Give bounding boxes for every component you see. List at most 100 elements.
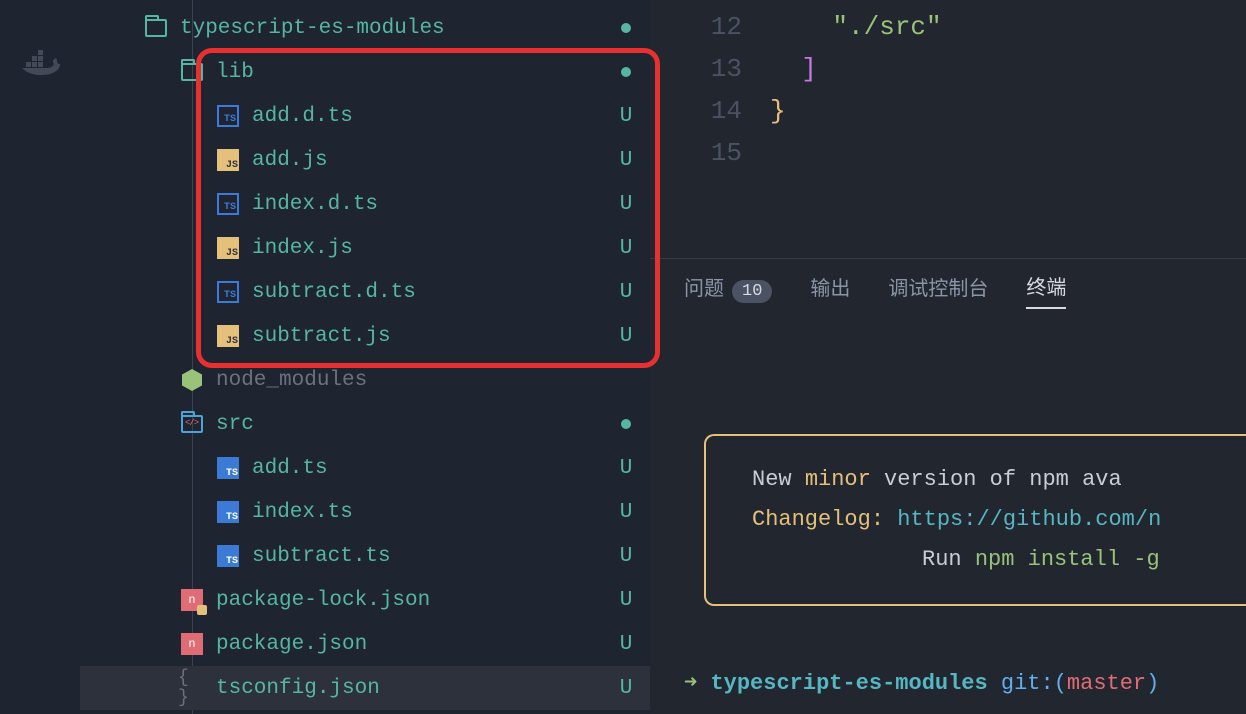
tree-item[interactable]: { } tsconfig.jsonU [80, 666, 650, 710]
tab-badge: 10 [732, 280, 772, 303]
tree-item-label: lib [216, 61, 612, 84]
json-icon: n [178, 633, 206, 655]
tab-label: 调试控制台 [888, 279, 988, 302]
js-icon: JS [214, 325, 242, 347]
tree-item[interactable]: TS subtract.tsU [80, 534, 650, 578]
line-number: 15 [650, 132, 742, 174]
folder-src-icon [178, 415, 206, 433]
git-status: U [612, 677, 640, 700]
git-status [612, 17, 640, 40]
t: https://github.com/n [897, 507, 1161, 532]
terminal-prompt[interactable]: ➜ typescript-es-modules git:(master) [684, 664, 1159, 704]
tree-item[interactable]: TS index.tsU [80, 490, 650, 534]
tree-item-label: package-lock.json [216, 589, 612, 612]
tree-item[interactable]: lib [80, 50, 650, 94]
line-number: 13 [650, 48, 742, 90]
tree-item-label: typescript-es-modules [180, 17, 612, 40]
node-icon [178, 369, 206, 391]
editor-group: 12131415 "./src" ]} 问题 10 输出 调试控制台 终端 New mi… [650, 0, 1246, 714]
tree-item[interactable]: TS index.d.tsU [80, 182, 650, 226]
tree-item-label: tsconfig.json [216, 677, 612, 700]
panel-tab-bar: 问题 10 输出 调试控制台 终端 [650, 258, 1246, 314]
js-icon: JS [214, 237, 242, 259]
prompt-git-paren: ) [1146, 671, 1159, 696]
tab-label: 问题 [684, 279, 724, 302]
tab-label: 终端 [1026, 278, 1066, 301]
git-status: U [612, 457, 640, 480]
docker-icon[interactable] [20, 50, 60, 87]
tree-folder-root[interactable]: typescript-es-modules [80, 6, 650, 50]
tree-item-label: node_modules [216, 369, 612, 392]
tree-item[interactable]: JS add.jsU [80, 138, 650, 182]
ts-solid-icon: TS [214, 501, 242, 523]
prompt-dir: typescript-es-modules [710, 671, 987, 696]
prompt-git-label: git:( [1001, 671, 1067, 696]
tree-item-label: add.js [252, 149, 612, 172]
tree-item[interactable]: TS subtract.d.tsU [80, 270, 650, 314]
ts-solid-icon: TS [214, 457, 242, 479]
json-lock-icon: n [178, 589, 206, 611]
line-number: 14 [650, 90, 742, 132]
panel-tab[interactable]: 输出 [810, 266, 850, 308]
tree-item-label: subtract.js [252, 325, 612, 348]
git-status: U [612, 545, 640, 568]
tree-item-label: package.json [216, 633, 612, 656]
ts-solid-icon: TS [214, 545, 242, 567]
tree-item-label: src [216, 413, 612, 436]
line-number-gutter: 12131415 [650, 6, 770, 258]
t: version of npm ava [871, 467, 1122, 492]
t: New [752, 467, 805, 492]
code-line[interactable] [770, 132, 1246, 174]
tree-item[interactable]: JS index.jsU [80, 226, 650, 270]
prompt-branch: master [1067, 671, 1146, 696]
ts-icon: TS [214, 281, 242, 303]
line-number: 12 [650, 6, 742, 48]
activity-bar [0, 0, 80, 714]
git-status: U [612, 193, 640, 216]
code-editor[interactable]: 12131415 "./src" ]} [650, 0, 1246, 258]
code-content[interactable]: "./src" ]} [770, 6, 1246, 258]
ts-icon: TS [214, 193, 242, 215]
git-status: U [612, 589, 640, 612]
code-line[interactable]: } [770, 90, 1246, 132]
tab-label: 输出 [810, 279, 850, 302]
tree-item[interactable]: JS subtract.jsU [80, 314, 650, 358]
tree-item[interactable]: TSadd.d.tsU [80, 94, 650, 138]
folder-icon [178, 63, 206, 81]
tree-item[interactable]: src [80, 402, 650, 446]
git-status: U [612, 633, 640, 656]
tree-item[interactable]: n package.jsonU [80, 622, 650, 666]
npm-notice-box: New minor version of npm ava Changelog: … [704, 434, 1246, 606]
git-status: U [612, 501, 640, 524]
folder-icon [142, 19, 170, 37]
tree-item-label: index.ts [252, 501, 612, 524]
git-status: U [612, 325, 640, 348]
t: npm install -g [975, 547, 1160, 572]
code-line[interactable]: ] [770, 48, 1246, 90]
git-status: U [612, 237, 640, 260]
tree-item-label: subtract.ts [252, 545, 612, 568]
tree-item[interactable]: node_modules [80, 358, 650, 402]
terminal-panel[interactable]: New minor version of npm ava Changelog: … [650, 314, 1246, 714]
tree-item-label: index.d.ts [252, 193, 612, 216]
brace-icon: { } [178, 668, 206, 708]
js-icon: JS [214, 149, 242, 171]
tree-item-label: add.d.ts [252, 105, 612, 128]
tree-item-label: add.ts [252, 457, 612, 480]
tree-item-label: index.js [252, 237, 612, 260]
tree-item[interactable]: TS add.tsU [80, 446, 650, 490]
t: Changelog: [752, 507, 897, 532]
tree-item[interactable]: n package-lock.jsonU [80, 578, 650, 622]
git-status: U [612, 149, 640, 172]
code-line[interactable]: "./src" [770, 6, 1246, 48]
file-explorer: typescript-es-modules libTSadd.d.tsUJSad… [80, 0, 650, 714]
prompt-arrow-icon: ➜ [684, 671, 697, 696]
panel-tab[interactable]: 问题 10 [684, 266, 772, 308]
tree-item-label: subtract.d.ts [252, 281, 612, 304]
git-status: U [612, 281, 640, 304]
panel-tab[interactable]: 调试控制台 [888, 266, 988, 308]
t: Run [922, 547, 975, 572]
t: minor [805, 467, 871, 492]
panel-tab[interactable]: 终端 [1026, 265, 1066, 309]
git-status [612, 413, 640, 436]
